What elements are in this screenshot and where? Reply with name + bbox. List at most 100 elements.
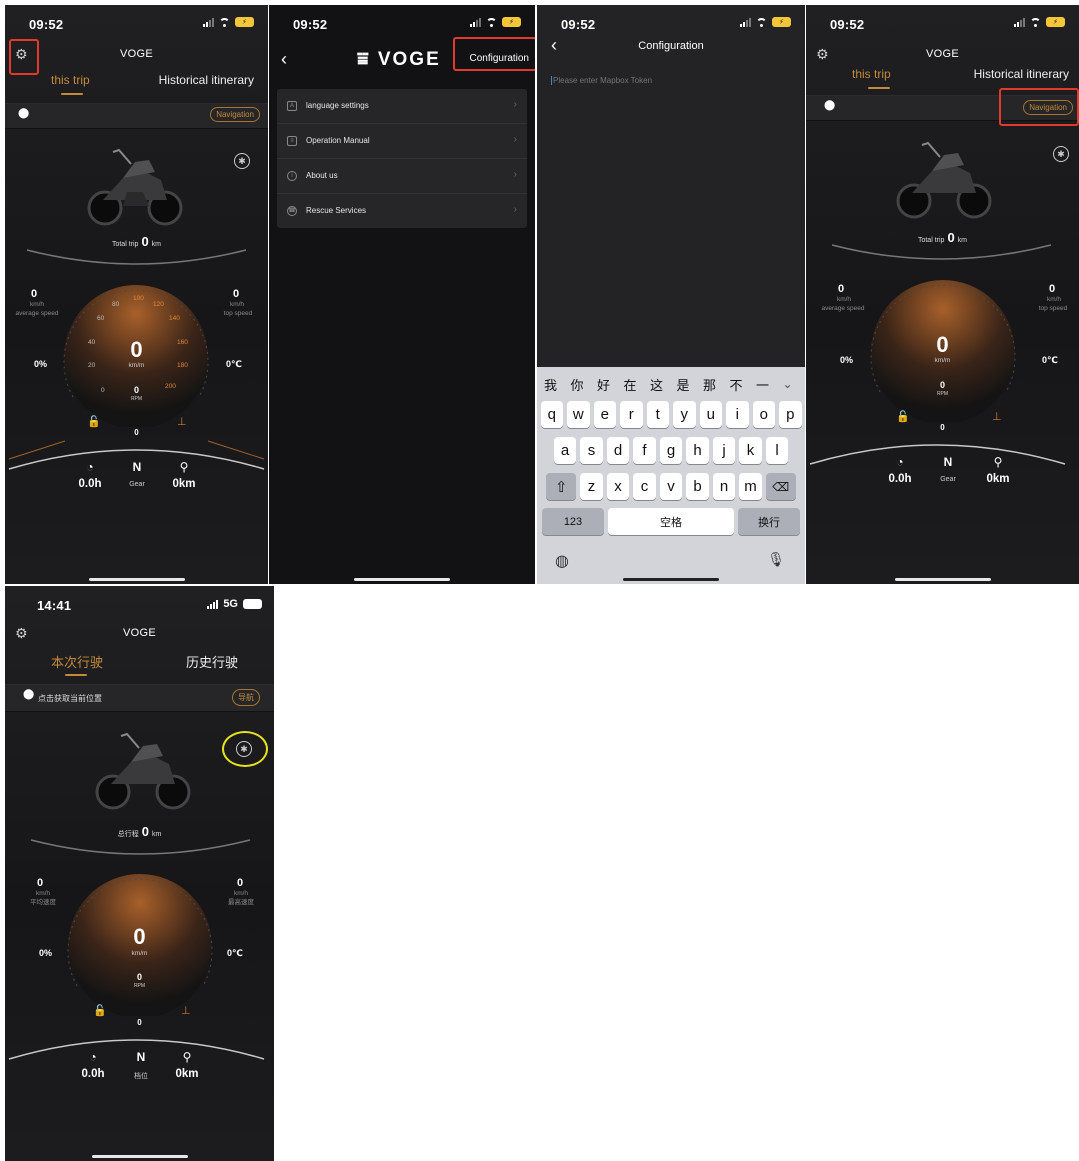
clock: 09:52 [29, 17, 64, 32]
key-g[interactable]: g [659, 437, 683, 464]
menu-item-about[interactable]: i About us › [277, 159, 527, 194]
tab-historical-itinerary[interactable]: Historical itinerary [159, 73, 254, 87]
key-c[interactable]: c [633, 473, 656, 500]
mapbox-token-input[interactable] [551, 76, 793, 85]
key-s[interactable]: s [580, 437, 603, 464]
menu-label: Rescue Services [306, 206, 367, 215]
tick-60: 60 [97, 315, 105, 322]
key-h[interactable]: h [686, 437, 709, 464]
battery-icon: ⚡ [1046, 17, 1065, 27]
navigation-button[interactable]: 导航 [232, 689, 260, 706]
candidate[interactable]: 我 [544, 375, 571, 394]
wifi-icon [1030, 17, 1041, 27]
home-indicator [91, 1155, 188, 1158]
ride-distance: 0km [172, 478, 196, 490]
tab-this-trip[interactable]: this trip [852, 67, 891, 81]
candidate[interactable]: 在 [624, 375, 651, 394]
menu-item-language[interactable]: Alanguage settings › [277, 89, 527, 124]
key-t[interactable]: t [646, 401, 669, 428]
total-trip-label: 总行程 [117, 831, 139, 838]
shift-key-icon[interactable]: ⇧ [546, 473, 577, 500]
key-e[interactable]: e [593, 401, 616, 428]
return-key[interactable]: 换行 [738, 508, 800, 535]
key-j[interactable]: j [712, 437, 736, 464]
avg-speed-label: average speed [15, 310, 59, 317]
avg-speed-value: 0 [838, 283, 845, 295]
key-z[interactable]: z [580, 473, 603, 500]
rpm-value: 0 [939, 380, 945, 390]
rpm-label: RPM [133, 983, 146, 989]
clock: 09:52 [830, 17, 865, 32]
backspace-key-icon[interactable]: ⌫ [765, 473, 796, 500]
candidate[interactable]: 是 [677, 375, 704, 394]
numbers-key[interactable]: 123 [542, 508, 604, 535]
key-o[interactable]: o [752, 401, 775, 428]
tab-this-trip[interactable]: 本次行驶 [51, 652, 103, 671]
key-a[interactable]: a [553, 437, 577, 464]
top-speed-unit: km/h [229, 301, 245, 308]
key-w[interactable]: w [567, 401, 590, 428]
screen-dashboard-en: 09:52 ⚡ ⚙ VOGE this trip Historical itin… [5, 5, 268, 584]
status-bar: 14:41 5G [5, 586, 274, 620]
key-u[interactable]: u [699, 401, 722, 428]
motorcycle-image [95, 732, 191, 810]
key-y[interactable]: y [673, 401, 696, 428]
screen-configuration: 09:52 ⚡ ‹ Configuration 我 你 好 在 这 是 那 不 … [537, 5, 805, 584]
key-x[interactable]: x [606, 473, 630, 500]
tick-100: 100 [133, 295, 144, 302]
highlight-settings-box [9, 39, 39, 75]
top-speed-label: top speed [223, 310, 253, 317]
menu-item-manual[interactable]: ≡ Operation Manual › [277, 124, 527, 159]
candidate[interactable]: 那 [703, 375, 730, 394]
fuel-percent: 0% [840, 355, 854, 365]
navigation-button[interactable]: Navigation [210, 107, 260, 122]
location-pin-icon[interactable]: ⬤ [824, 100, 835, 111]
menu-item-rescue[interactable]: ☎ Rescue Services › [277, 194, 527, 228]
candidate[interactable]: 这 [650, 375, 677, 394]
wifi-icon [756, 17, 767, 27]
key-b[interactable]: b [686, 473, 709, 500]
tab-this-trip[interactable]: this trip [51, 73, 90, 87]
key-q[interactable]: q [540, 401, 563, 428]
location-pin-icon[interactable]: ⬤ [23, 689, 34, 700]
location-pin-icon[interactable]: ⬤ [18, 108, 29, 119]
bluetooth-icon[interactable]: ✱ [1053, 146, 1069, 162]
key-k[interactable]: k [739, 437, 762, 464]
total-trip-unit: km [151, 241, 162, 248]
key-n[interactable]: n [712, 473, 736, 500]
wifi-icon [486, 17, 497, 27]
key-i[interactable]: i [726, 401, 749, 428]
candidate[interactable]: 好 [597, 375, 624, 394]
globe-icon[interactable]: ◍ [555, 551, 569, 571]
language-icon: A [287, 101, 297, 111]
temperature: 0℃ [226, 359, 242, 369]
candidate[interactable]: 你 [571, 375, 598, 394]
tab-historical-itinerary[interactable]: Historical itinerary [974, 67, 1069, 81]
key-r[interactable]: r [620, 401, 643, 428]
candidate[interactable]: 一 [756, 375, 783, 394]
candidate[interactable]: 不 [730, 375, 757, 394]
tab-history[interactable]: 历史行驶 [186, 652, 238, 671]
chevron-right-icon: › [513, 134, 517, 145]
top-speed-value: 0 [237, 877, 244, 889]
top-speed-value: 0 [233, 288, 240, 300]
key-m[interactable]: m [739, 473, 762, 500]
key-v[interactable]: v [659, 473, 683, 500]
signal-icon [1014, 17, 1025, 27]
menu-label: language settings [306, 101, 369, 110]
key-p[interactable]: p [779, 401, 802, 428]
key-d[interactable]: d [606, 437, 630, 464]
space-key[interactable]: 空格 [608, 508, 734, 535]
top-speed-label: top speed [1038, 305, 1068, 312]
get-location-link[interactable]: 点击获取当前位置 [38, 693, 102, 704]
wifi-icon [219, 17, 230, 27]
tick-140: 140 [169, 315, 180, 322]
bluetooth-icon[interactable]: ✱ [234, 153, 250, 169]
microphone-icon[interactable]: 🎙 [767, 551, 785, 568]
key-l[interactable]: l [765, 437, 789, 464]
key-f[interactable]: f [633, 437, 656, 464]
avg-speed-label: 平均速度 [30, 899, 56, 906]
menu-label: About us [306, 171, 338, 180]
back-button[interactable]: ‹ [281, 49, 287, 70]
expand-candidates-icon[interactable]: ⌄ [783, 377, 793, 391]
